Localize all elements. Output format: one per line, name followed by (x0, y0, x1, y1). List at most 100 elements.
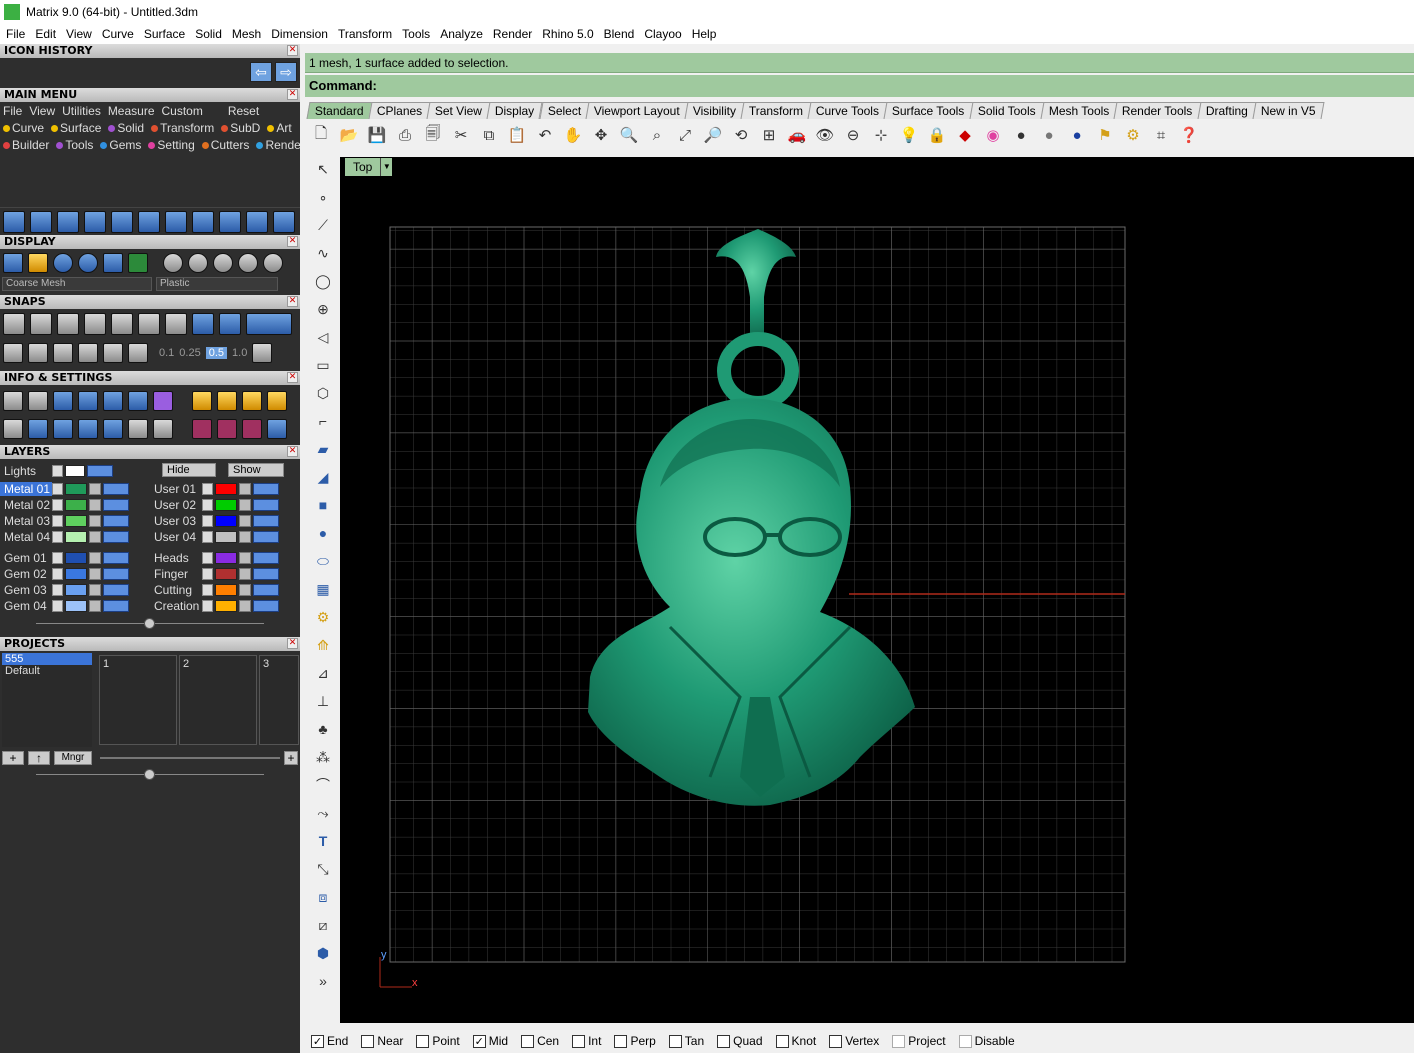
layer-row[interactable]: Gem 03 (0, 582, 129, 598)
layer-color[interactable] (65, 584, 87, 596)
checkbox-checked[interactable]: ✓ (472, 1034, 486, 1048)
file-icon[interactable] (103, 391, 123, 411)
layer-row[interactable]: Creation (150, 598, 279, 614)
profile-tool-icon[interactable] (84, 210, 106, 233)
checkbox[interactable] (892, 1034, 906, 1048)
lock-icon[interactable] (239, 568, 251, 580)
top-viewport[interactable]: y x (340, 157, 1414, 1023)
up-arrow-icon[interactable]: ↑ (28, 751, 50, 765)
layer-row[interactable]: Finger (150, 566, 279, 582)
layer-name[interactable]: User 04 (150, 530, 202, 544)
tab-mesh-tools[interactable]: Mesh Tools (1040, 102, 1118, 119)
zoom-extents-icon[interactable]: ⤢ (674, 124, 696, 146)
lights-color[interactable] (65, 465, 85, 477)
tab-render-tools[interactable]: Render Tools (1113, 102, 1202, 119)
layer-name[interactable]: User 03 (150, 514, 202, 528)
expand-icon[interactable] (202, 515, 213, 527)
layer-color[interactable] (65, 531, 87, 543)
gear-icon[interactable] (192, 391, 212, 411)
tab-solid-tools[interactable]: Solid Tools (969, 102, 1045, 119)
close-icon[interactable]: ✕ (287, 638, 298, 649)
mm-measure[interactable]: Measure (108, 104, 155, 118)
zoom-icon[interactable] (28, 391, 48, 411)
project-slot[interactable]: 3 (259, 655, 299, 745)
cut-tool-icon[interactable] (246, 210, 268, 233)
windows-icon[interactable] (3, 419, 23, 439)
layer-toggle[interactable] (253, 584, 279, 596)
osnap-vertex[interactable]: Vertex (829, 1034, 879, 1048)
viewport-label[interactable]: Top ▼ (345, 158, 393, 176)
close-icon[interactable]: ✕ (287, 45, 298, 56)
edit-icon[interactable] (128, 391, 148, 411)
layer-toggle[interactable] (253, 552, 279, 564)
options-gear-icon[interactable]: ⚙ (1122, 124, 1144, 146)
layer-name[interactable]: Metal 04 (0, 530, 52, 544)
layer-color[interactable] (215, 552, 237, 564)
checkbox[interactable] (416, 1034, 430, 1048)
lock-icon[interactable] (239, 531, 251, 543)
move-tool-icon[interactable] (111, 210, 133, 233)
project-slot[interactable]: 1 (99, 655, 177, 745)
layer-row[interactable]: Gem 01 (0, 550, 129, 566)
lock-icon[interactable] (239, 483, 251, 495)
circle-tool-icon[interactable] (273, 210, 295, 233)
object-icon[interactable] (153, 391, 173, 411)
help-icon[interactable]: ❓ (1178, 124, 1200, 146)
dimension-tool-icon[interactable]: ⤡ (312, 858, 334, 880)
checkbox[interactable] (717, 1034, 731, 1048)
light-bulb-icon[interactable]: 💡 (898, 124, 920, 146)
layer-name[interactable]: Metal 02 (0, 498, 52, 512)
mm-file[interactable]: File (3, 104, 22, 118)
more-tools-icon[interactable]: » (312, 970, 334, 992)
expand-icon[interactable] (52, 499, 63, 511)
tab-viewport-layout[interactable]: Viewport Layout (585, 102, 689, 119)
hide-icon[interactable]: 👁 (814, 124, 836, 146)
viewport-name[interactable]: Top (345, 158, 381, 176)
splitter-handle-icon[interactable] (144, 618, 155, 629)
layer-color[interactable] (65, 568, 87, 580)
expand-icon[interactable] (52, 531, 63, 543)
layer-row[interactable]: Metal 01 (0, 481, 129, 497)
snap-value-active[interactable]: 0.5 (205, 347, 228, 359)
layer-color[interactable] (215, 568, 237, 580)
layer-row[interactable]: Cutting (150, 582, 279, 598)
snap-value[interactable]: 0.1 (159, 347, 174, 359)
mm-utilities[interactable]: Utilities (62, 104, 101, 118)
layer-name[interactable]: Creation (150, 599, 202, 613)
color-wheel-icon[interactable]: ◉ (982, 124, 1004, 146)
layer-name[interactable]: User 01 (150, 482, 202, 496)
mesh-select[interactable]: Coarse Mesh (2, 277, 152, 291)
history-forward-icon[interactable]: ⇨ (275, 62, 297, 82)
layer-color[interactable] (65, 483, 87, 495)
layer-color[interactable] (65, 552, 87, 564)
print-icon[interactable]: ⎙ (394, 124, 416, 146)
sweep-tool-icon[interactable] (165, 210, 187, 233)
frame-3-icon[interactable] (267, 391, 287, 411)
import-icon[interactable]: 🗐 (422, 124, 444, 146)
group-icon[interactable]: ♣ (312, 718, 334, 740)
tab-select[interactable]: Select (539, 102, 590, 119)
curve-tool-icon[interactable] (3, 210, 25, 233)
frame-2-icon[interactable] (242, 391, 262, 411)
layer-row[interactable]: Metal 02 (0, 497, 129, 513)
layer-name[interactable]: User 02 (150, 498, 202, 512)
lock-icon[interactable] (89, 584, 101, 596)
layer-toggle[interactable] (103, 600, 129, 612)
tab-curve-tools[interactable]: Curve Tools (807, 102, 888, 119)
shape-tool-icon[interactable] (138, 210, 160, 233)
mirror-icon[interactable]: ⧄ (312, 914, 334, 936)
layer-name[interactable]: Heads (150, 551, 202, 565)
lock-icon[interactable] (89, 483, 101, 495)
layer-row[interactable]: Heads (150, 550, 279, 566)
zoom-selected-icon[interactable]: 🔎 (702, 124, 724, 146)
layer-color[interactable] (65, 600, 87, 612)
snap-quad-icon[interactable] (138, 313, 160, 335)
filter-icon[interactable] (103, 419, 123, 439)
layer-name[interactable]: Gem 02 (0, 567, 52, 581)
add-icon[interactable]: + (2, 751, 24, 765)
menu-rhino[interactable]: Rhino 5.0 (542, 27, 593, 41)
dimension-icon[interactable]: ⌗ (1150, 124, 1172, 146)
curve-icon[interactable]: ∿ (312, 242, 334, 264)
layer-toggle[interactable] (253, 531, 279, 543)
mm-art[interactable]: Art (267, 121, 292, 135)
